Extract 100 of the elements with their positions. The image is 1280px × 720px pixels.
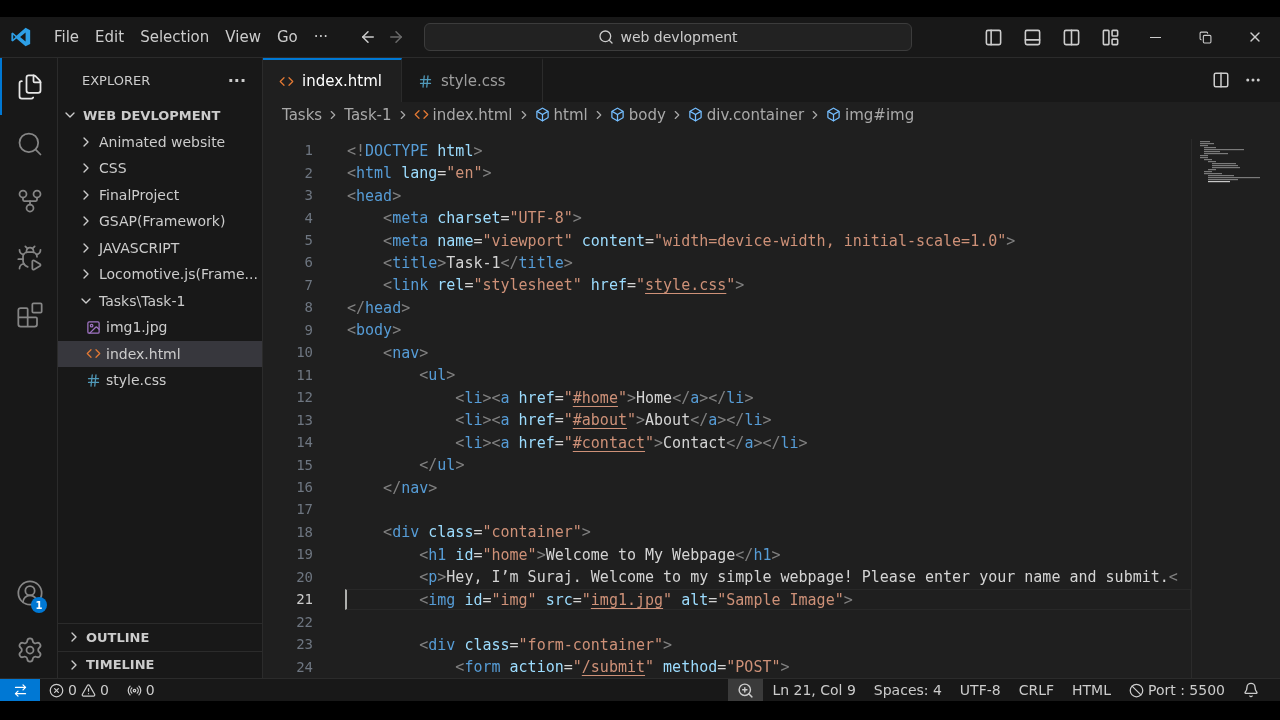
code-line: <meta name="viewport" content="width=device-width, initial-scale=1.0"> xyxy=(382,230,1017,251)
code-line: <title>Task-1</title> xyxy=(382,253,574,273)
code-line: </ul> xyxy=(418,455,466,476)
line-number: 11 xyxy=(295,366,313,383)
code-line: <link rel="stylesheet" href="style.css"> xyxy=(382,275,746,296)
code-file-icon xyxy=(413,107,429,122)
line-number: 8 xyxy=(303,299,313,316)
cube-icon xyxy=(826,107,842,122)
command-search-field[interactable]: web devlopment xyxy=(424,23,913,51)
cube-icon xyxy=(687,107,703,122)
line-number: 15 xyxy=(295,456,313,473)
columns-icon xyxy=(1062,27,1081,47)
explorer-file[interactable]: style.css xyxy=(58,367,262,394)
code-line: <html lang="en"> xyxy=(346,163,493,184)
remote-button[interactable] xyxy=(0,679,40,701)
code-line: <meta charset="UTF-8"> xyxy=(382,208,583,229)
menu-item[interactable]: View xyxy=(217,24,269,50)
code-line: <form action="/submit" method="POST"> xyxy=(454,657,791,678)
line-number: 2 xyxy=(303,164,313,181)
ban-icon xyxy=(1129,682,1144,698)
breadcrumb-item[interactable]: body xyxy=(609,105,666,124)
line-number: 6 xyxy=(303,254,313,271)
extensions-icon xyxy=(15,300,44,329)
line-number: 13 xyxy=(295,411,313,428)
code-line: <p>Hey, I’m Suraj. Welcome to my simple webpage! Please enter your name and submit.< xyxy=(418,567,1179,588)
breadcrumb-item[interactable]: div.container xyxy=(687,105,805,124)
status-item[interactable]: HTML xyxy=(1063,679,1120,701)
line-number: 4 xyxy=(303,209,313,226)
menu-item[interactable]: ··· xyxy=(305,24,337,50)
breadcrumb-item[interactable]: index.html xyxy=(413,105,513,124)
ports-status[interactable]: 0 xyxy=(117,679,164,701)
code-line: <nav> xyxy=(382,342,430,363)
code-line: <body> xyxy=(346,320,403,341)
code-line: <li><a href="#home">Home</a></li> xyxy=(454,387,755,408)
code-line: <h1 id="home">Welcome to My Webpage</h1> xyxy=(418,544,782,565)
line-number: 12 xyxy=(295,389,313,406)
more-actions-button[interactable]: ··· xyxy=(227,70,246,90)
code-line: <!DOCTYPE html> xyxy=(346,140,484,161)
line-number: 1 xyxy=(303,142,313,159)
explorer-folder[interactable]: GSAP(Framework) xyxy=(58,208,262,235)
warning-icon xyxy=(80,682,96,698)
code-line: <li><a href="#contact">Contact</a></li> xyxy=(454,432,809,453)
status-item[interactable]: Ln 21, Col 9 xyxy=(763,679,865,701)
notification-badge: 1 xyxy=(31,597,47,613)
line-number: 23 xyxy=(295,636,313,653)
breadcrumb-item[interactable]: Task-1 xyxy=(344,105,392,124)
explorer-file[interactable]: img1.jpg xyxy=(58,314,262,341)
account-icon xyxy=(15,578,44,607)
account-button[interactable]: 1 xyxy=(0,564,57,621)
panel-header[interactable]: OUTLINE xyxy=(58,623,262,651)
line-number: 10 xyxy=(295,344,313,361)
line-number: 24 xyxy=(295,658,313,675)
hash-icon xyxy=(86,372,101,388)
line-number: 20 xyxy=(295,568,313,585)
code-line: <ul> xyxy=(418,365,457,386)
explorer-folder[interactable]: JAVASCRIPT xyxy=(58,234,262,261)
explorer-folder[interactable]: Animated website xyxy=(58,128,262,155)
minimize-icon xyxy=(1149,36,1161,38)
line-number: 7 xyxy=(303,276,313,293)
port-status[interactable]: Port : 5500 xyxy=(1120,679,1234,701)
run-debug-icon xyxy=(15,243,44,272)
explorer-folder[interactable]: FinalProject xyxy=(58,181,262,208)
explorer-file[interactable]: index.html xyxy=(58,340,262,367)
cube-icon xyxy=(609,107,625,122)
hash-icon xyxy=(418,73,433,89)
layout-icon xyxy=(1101,27,1120,47)
menu-item[interactable]: File xyxy=(46,24,88,50)
line-number: 17 xyxy=(295,501,313,518)
zoom-button[interactable] xyxy=(728,679,764,701)
problems-status[interactable]: 0 0 xyxy=(40,679,118,701)
editor-tab[interactable]: index.html xyxy=(263,58,402,102)
error-icon xyxy=(49,682,64,698)
line-number: 18 xyxy=(295,523,313,540)
cube-icon xyxy=(534,107,550,122)
breadcrumb-item[interactable]: html xyxy=(534,105,588,124)
bell-icon xyxy=(1243,682,1259,698)
app-logo xyxy=(10,26,32,48)
breadcrumb-item[interactable]: img#img xyxy=(826,105,915,124)
restore-icon xyxy=(1198,30,1212,44)
workspace-root[interactable]: WEB DEVLOPMENT xyxy=(58,102,262,129)
line-number: 21 xyxy=(295,591,313,608)
breadcrumb-item[interactable]: Tasks xyxy=(282,105,323,124)
image-file-icon xyxy=(86,319,101,335)
line-number: 19 xyxy=(295,546,313,563)
menu-item[interactable]: Go xyxy=(268,24,306,50)
menu-item[interactable]: Edit xyxy=(87,24,133,50)
zoom-in-icon xyxy=(737,681,755,699)
search-icon xyxy=(598,29,615,45)
status-item[interactable]: Spaces: 4 xyxy=(864,679,951,701)
status-item[interactable]: CRLF xyxy=(1009,679,1064,701)
menu-item[interactable]: Selection xyxy=(132,24,218,50)
status-item[interactable]: UTF-8 xyxy=(950,679,1010,701)
line-number: 16 xyxy=(295,479,313,495)
line-number: 14 xyxy=(295,434,313,451)
explorer-folder[interactable]: Locomotive.js(Frame... xyxy=(58,261,262,288)
line-number: 3 xyxy=(303,187,313,204)
explorer-folder[interactable]: Tasks\Task-1 xyxy=(58,287,262,314)
split-editor-icon[interactable] xyxy=(1212,71,1230,89)
explorer-folder[interactable]: CSS xyxy=(58,155,262,182)
code-line: <li><a href="#about">About</a></li> xyxy=(454,410,773,431)
